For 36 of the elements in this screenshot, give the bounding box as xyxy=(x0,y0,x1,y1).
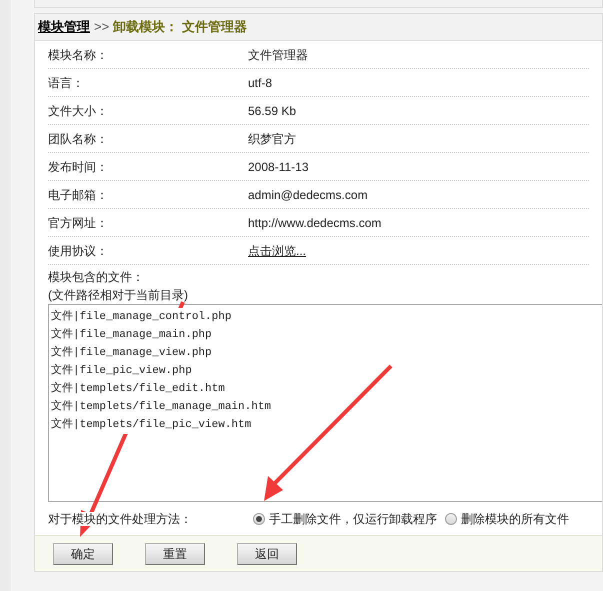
radio-button[interactable] xyxy=(253,512,265,524)
field-value: admin@dedecms.com xyxy=(248,186,368,204)
breadcrumb-separator: >> xyxy=(94,18,110,36)
field-value: 56.59 Kb xyxy=(248,102,296,120)
files-note: (文件路径相对于当前目录) xyxy=(48,287,189,304)
field-value: utf-8 xyxy=(248,74,272,92)
file-path: 文件|file_manage_main.php xyxy=(51,326,212,344)
file-path: 文件|file_pic_view.php xyxy=(51,362,192,380)
file-path: 文件|file_manage_view.php xyxy=(51,344,212,362)
radio-button[interactable] xyxy=(445,512,457,524)
field-label: 官方网址： xyxy=(48,214,109,232)
form-button[interactable]: 确定 xyxy=(53,542,113,564)
field-label: 团队名称： xyxy=(48,130,109,148)
page-title: 卸载模块： 文件管理器 xyxy=(113,18,247,36)
field-label: 文件大小： xyxy=(48,102,109,120)
field-value: 文件管理器 xyxy=(248,46,308,64)
files-label: 模块包含的文件： xyxy=(48,269,145,286)
field-value: http://www.dedecms.com xyxy=(248,214,382,232)
agreement-link[interactable]: 点击浏览... xyxy=(248,242,306,260)
file-list-field[interactable]: 文件|file_manage_control.php 文件|file_manage_main.php 文件|file_manage_view.php 文件|file_pic_view.php 文件|templets/file_edit.htm 文件|templets/file_manage_main.htm 文件|templets/file_pic_view.htm xyxy=(48,304,602,502)
radio-label[interactable]: 删除模块的所有文件 xyxy=(461,510,569,528)
field-value: 2008-11-13 xyxy=(248,158,308,176)
field-value: 织梦官方 xyxy=(248,130,296,148)
radio-label[interactable]: 手工删除文件，仅运行卸载程序 xyxy=(269,510,437,528)
file-path: 文件|templets/file_edit.htm xyxy=(51,380,225,398)
file-path: 文件|file_manage_control.php xyxy=(51,308,232,326)
field-label: 电子邮箱： xyxy=(48,186,109,204)
file-path: 文件|templets/file_pic_view.htm xyxy=(51,416,252,434)
breadcrumb-link[interactable]: 模块管理 xyxy=(38,17,90,37)
field-label: 模块名称： xyxy=(48,46,109,64)
field-label: 发布时间： xyxy=(48,158,109,176)
form-button[interactable]: 返回 xyxy=(237,542,297,564)
field-label: 使用协议： xyxy=(48,242,109,260)
field-label: 语言： xyxy=(48,74,85,92)
file-path: 文件|templets/file_manage_main.htm xyxy=(51,398,272,416)
form-button[interactable]: 重置 xyxy=(145,542,205,564)
